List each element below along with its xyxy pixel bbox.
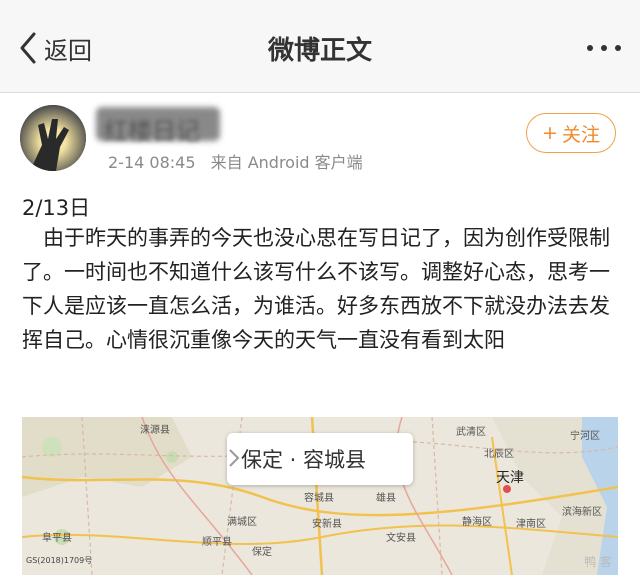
post-date-line: 2/13日 (22, 196, 91, 220)
follow-label: 关注 (561, 123, 600, 146)
post-card: 红楼日记 2-14 08:45 来自 Android 客户端 + 关注 2/13… (0, 93, 640, 575)
post-body: 由于昨天的事弄的今天也没心思在写日记了，因为创作受限制了。一时间也不知道什么该写… (22, 221, 622, 357)
post-body-text: 由于昨天的事弄的今天也没心思在写日记了，因为创作受限制了。一时间也不知道什么该写… (22, 226, 610, 352)
avatar-image (20, 105, 86, 171)
map-label-shunping: 顺平县 (202, 537, 232, 548)
watermark: 鸭 客 (584, 555, 612, 569)
map-label-tianjin: 天津 (496, 470, 524, 486)
map-label-wuqing: 武清区 (456, 427, 486, 438)
map-label-fuping: 阜平县 (42, 533, 72, 544)
map-label-mancheng: 满城区 (227, 517, 257, 528)
map-label-baoding: 保定 (252, 547, 272, 558)
follow-button[interactable]: + 关注 (526, 113, 616, 153)
map-label-rongcheng: 容城县 (304, 493, 334, 504)
location-map[interactable]: 涞源县 武清区 宁河区 北辰区 天津 容城县 雄县 滨海新区 满城区 安新县 静… (22, 417, 618, 575)
plus-icon: + (542, 122, 558, 144)
map-label-xiong: 雄县 (376, 493, 396, 504)
map-label-anxin: 安新县 (312, 519, 342, 530)
map-label-laishui: 涞源县 (140, 425, 170, 436)
map-label-jinnan: 津南区 (516, 519, 546, 530)
chevron-right-icon (229, 449, 240, 467)
post-source: 来自 Android 客户端 (210, 153, 363, 172)
avatar[interactable] (20, 105, 86, 171)
location-popup[interactable]: 保定 · 容城县 (227, 433, 413, 485)
map-label-binhai: 滨海新区 (562, 507, 602, 518)
post-meta: 2-14 08:45 来自 Android 客户端 (108, 149, 363, 173)
top-nav-bar: 返回 微博正文 (0, 0, 640, 93)
map-label-wenan: 文安县 (386, 533, 416, 544)
map-label-beichen: 北辰区 (484, 449, 514, 460)
map-label-jinghai: 静海区 (462, 517, 492, 528)
page-title: 微博正文 (267, 36, 372, 66)
post-time: 2-14 08:45 (108, 153, 196, 172)
username[interactable]: 红楼日记 (104, 111, 200, 146)
map-label-ninghe: 宁河区 (570, 431, 600, 442)
map-copyright: GS(2018)1709号 (26, 556, 93, 565)
location-label: 保定 · 容城县 (241, 448, 367, 472)
more-options-icon[interactable] (582, 36, 626, 60)
